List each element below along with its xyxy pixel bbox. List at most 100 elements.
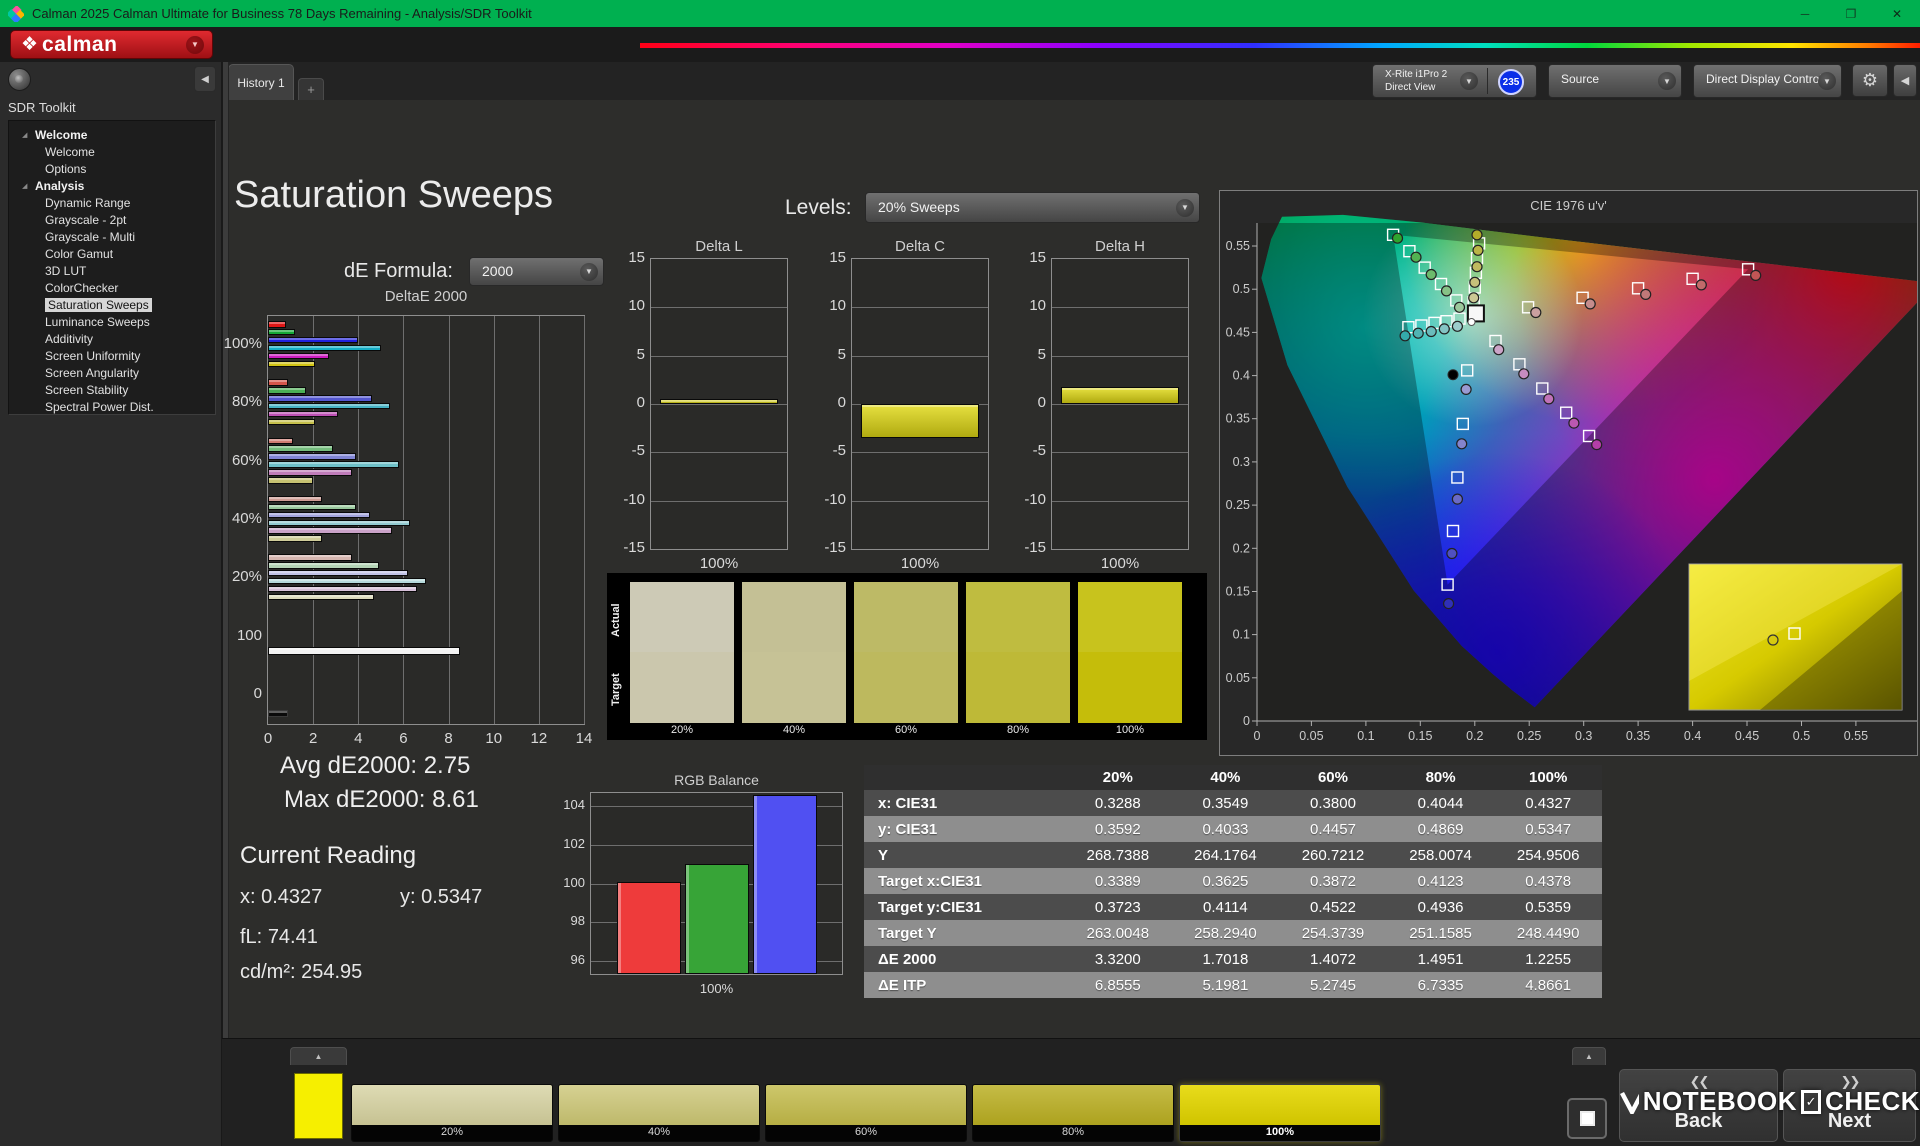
deltae-bar [268,352,329,360]
record-indicator[interactable] [8,68,31,91]
levels-value: 20% Sweeps [878,199,960,215]
actual-row-label: Actual [610,603,622,637]
table-row: Target y:CIE31 0.3723 0.4114 0.4522 0.4936 0.… [864,894,1602,920]
saturation-button-60%[interactable]: 60% [765,1084,967,1142]
current-x: x: 0.4327 [240,886,323,908]
sidebar-item-label: Saturation Sweeps [45,297,152,312]
sidebar-item-colorchecker[interactable]: ColorChecker [9,279,215,296]
delta-l-chart: 15 10 5 0 -5 -10 -15 [623,249,788,556]
current-cdm2: cd/m²: 254.95 [240,961,363,983]
meter-status-stripe [1375,68,1379,94]
deltae-bar [268,328,296,336]
swatch-60% [854,582,958,723]
bottom-bar: ▲ ▲ ❮❮ Back ❯❯ Next NOTEBOOK ✓ CHECK 20%… [222,1038,1920,1146]
avg-de-stat: Avg dE2000: 2.75 [280,752,471,779]
maximize-button[interactable]: ❐ [1828,0,1874,27]
saturation-button-20%[interactable]: 20% [351,1084,553,1142]
svg-text:0.35: 0.35 [1626,729,1650,743]
calman-menu-button[interactable]: ❖ calman ▼ [10,30,213,59]
delta-c-chart: 15 10 5 0 -5 -10 -15 [824,249,989,556]
sidebar-item-welcome[interactable]: Welcome [9,143,215,160]
svg-text:0.05: 0.05 [1299,729,1323,743]
deltae-bar [268,577,426,585]
sidebar-item-grayscale-2pt[interactable]: Grayscale - 2pt [9,211,215,228]
back-button[interactable]: ❮❮ Back [1619,1069,1778,1142]
deltae-bar [268,360,316,367]
sidebar-item-screen-stability[interactable]: Screen Stability [9,381,215,398]
next-button[interactable]: ❯❯ Next [1783,1069,1916,1142]
delta-h-chart: 15 10 5 0 -5 -10 -15 [1024,249,1189,556]
rgb-bar-green [685,864,749,974]
deltae-bar [268,469,352,476]
sidebar-item-options[interactable]: Options [9,160,215,177]
sidebar-item-analysis[interactable]: ◢ Analysis [9,177,215,194]
sidebar-item-grayscale-multi[interactable]: Grayscale - Multi [9,228,215,245]
saturation-button-40%[interactable]: 40% [558,1084,760,1142]
saturation-button-100%[interactable]: 100% [1179,1084,1381,1142]
sidebar-item-screen-angularity[interactable]: Screen Angularity [9,364,215,381]
chevron-down-icon: ▼ [580,262,598,281]
table-header-row: 20% 40% 60% 80% 100% [864,765,1602,790]
sidebar-item-dynamic-range[interactable]: Dynamic Range [9,194,215,211]
sidebar-item-additivity[interactable]: Additivity [9,330,215,347]
meter-count-badge[interactable]: 235 [1498,69,1524,95]
source-dropdown[interactable]: Source ▼ [1548,64,1682,98]
delta-c-xlabel: 100% [900,555,940,572]
table-row: y: CIE31 0.3592 0.4033 0.4457 0.4869 0.5347 [864,816,1602,842]
de-formula-dropdown[interactable]: 2000 ▼ [469,257,604,286]
levels-dropdown[interactable]: 20% Sweeps ▼ [865,192,1200,223]
deltae-bar [268,387,307,394]
delta-c-title: Delta C [894,238,946,255]
expander-icon[interactable]: ◢ [22,182,35,190]
settings-button[interactable]: ⚙ [1852,64,1888,97]
main-content: Saturation Sweeps Levels: 20% Sweeps ▼ d… [222,62,1920,1146]
sidebar-item-welcome[interactable]: ◢ Welcome [9,126,215,143]
brand-name: calman [42,32,118,56]
sidebar-item-3d-lut[interactable]: 3D LUT [9,262,215,279]
expand-panel-tab[interactable]: ▲ [290,1047,347,1065]
delta-h-xlabel: 100% [1100,555,1140,572]
stop-button[interactable] [1567,1098,1607,1139]
sidebar-item-color-gamut[interactable]: Color Gamut [9,245,215,262]
chevron-up-icon: ▲ [1585,1052,1593,1061]
display-control-status-stripe [1696,68,1700,94]
rgb-bar-red [617,881,681,974]
saturation-button-80%[interactable]: 80% [972,1084,1174,1142]
deltae-chart-title: DeltaE 2000 [384,288,468,305]
sidebar-item-label: Grayscale - Multi [45,229,136,244]
collapse-sidebar-button[interactable]: ◀ [194,66,216,92]
expand-nav-tab[interactable]: ▲ [1572,1047,1606,1065]
current-color-swatch [294,1073,343,1139]
table-row: Y 268.7388 264.1764 260.7212 258.0074 254.950… [864,842,1602,868]
sidebar-item-luminance-sweeps[interactable]: Luminance Sweeps [9,313,215,330]
display-control-dropdown[interactable]: Direct Display Control ▼ [1693,64,1842,98]
deltae-bar [268,554,352,561]
tab-history-1[interactable]: History 1 [228,64,294,100]
title-bar: Calman 2025 Calman Ultimate for Business… [0,0,1920,27]
sidebar-item-saturation-sweeps[interactable]: Saturation Sweeps [9,296,215,313]
close-button[interactable]: ✕ [1874,0,1920,27]
svg-text:0.3: 0.3 [1575,729,1592,743]
sidebar-splitter[interactable] [222,62,229,1146]
collapse-panel-button[interactable]: ◀ [1893,64,1917,97]
sidebar-item-screen-uniformity[interactable]: Screen Uniformity [9,347,215,364]
meter-dropdown[interactable]: X-Rite i1Pro 2 Direct View ▼ 235 [1372,64,1537,98]
cie-diagram: 0 0.05 0.1 0.15 0.2 0.25 0.3 0.35 0.4 0.… [1226,214,1917,743]
expander-icon[interactable]: ◢ [22,131,35,139]
svg-text:0: 0 [1254,729,1261,743]
minimize-button[interactable]: ─ [1782,0,1828,27]
sidebar-item-label: Analysis [35,178,85,193]
deltae-bar [268,562,379,569]
deltae-group-label: 40% [231,510,262,527]
deltae-bar [268,495,323,503]
svg-text:0.15: 0.15 [1408,729,1432,743]
sidebar-item-spectral-power-dist-[interactable]: Spectral Power Dist. [9,398,215,414]
add-tab-button[interactable]: + [298,78,324,100]
svg-text:0.4: 0.4 [1684,729,1701,743]
deltae-bar [268,453,357,460]
sidebar: ◀ SDR Toolkit ◢ Welcome Welcome Options ◢ Ana… [0,62,222,1146]
deltae-chart: 0 2 4 6 8 10 12 14 100% 80% 60% 40% 20% 100 0 [224,315,592,747]
deltae-bar [268,410,338,418]
display-control-label: Direct Display Control [1706,72,1823,86]
sidebar-item-label: Screen Uniformity [45,348,141,363]
